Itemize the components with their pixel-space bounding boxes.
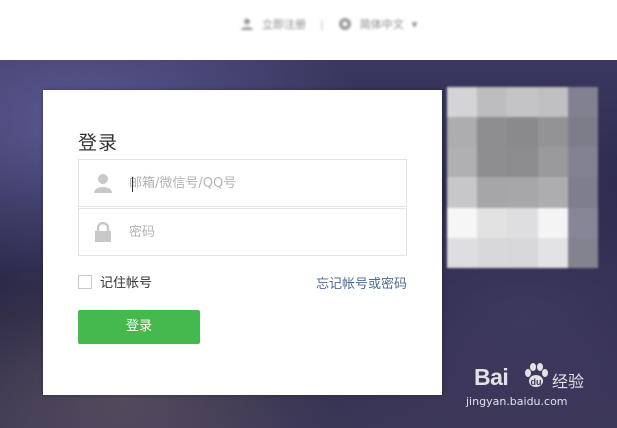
top-links: 立即注册 | 简体中文 ▾ — [240, 14, 417, 34]
remember-account[interactable]: 记住帐号 — [78, 272, 152, 291]
remember-checkbox[interactable] — [78, 274, 92, 289]
globe-icon — [338, 18, 351, 30]
password-input[interactable] — [129, 219, 389, 245]
lock-icon — [95, 222, 111, 242]
user-icon — [241, 18, 253, 30]
chevron-down-icon: ▾ — [411, 17, 418, 31]
username-field[interactable] — [78, 159, 407, 207]
watermark-brand: Bai — [474, 364, 509, 390]
qr-code-image — [447, 87, 598, 268]
password-field[interactable] — [78, 208, 407, 256]
separator: | — [320, 17, 324, 31]
paw-icon: du — [525, 363, 548, 387]
page: 立即注册 | 简体中文 ▾ 登录 邮箱/微信号/QQ号 记住帐号 忘记帐号或密码… — [0, 0, 617, 428]
username-input[interactable] — [129, 170, 389, 196]
baidu-jingyan-watermark: Bai du 经验 jingyan.baidu.com — [466, 362, 606, 417]
user-icon — [94, 174, 112, 193]
top-bar: 立即注册 | 简体中文 ▾ — [0, 0, 617, 60]
login-button[interactable]: 登录 — [78, 310, 200, 344]
login-title: 登录 — [78, 132, 119, 154]
forgot-link[interactable]: 忘记帐号或密码 — [316, 273, 407, 292]
text-caret — [132, 177, 133, 192]
register-link[interactable]: 立即注册 — [262, 16, 306, 32]
svg-text:du: du — [531, 377, 542, 387]
remember-label: 记住帐号 — [100, 276, 153, 291]
watermark-url: jingyan.baidu.com — [466, 395, 568, 408]
login-card: 登录 记住帐号 忘记帐号或密码 登录 — [43, 90, 442, 395]
language-selector[interactable]: 简体中文 — [360, 16, 404, 32]
watermark-jingyan: 经验 — [552, 372, 585, 391]
